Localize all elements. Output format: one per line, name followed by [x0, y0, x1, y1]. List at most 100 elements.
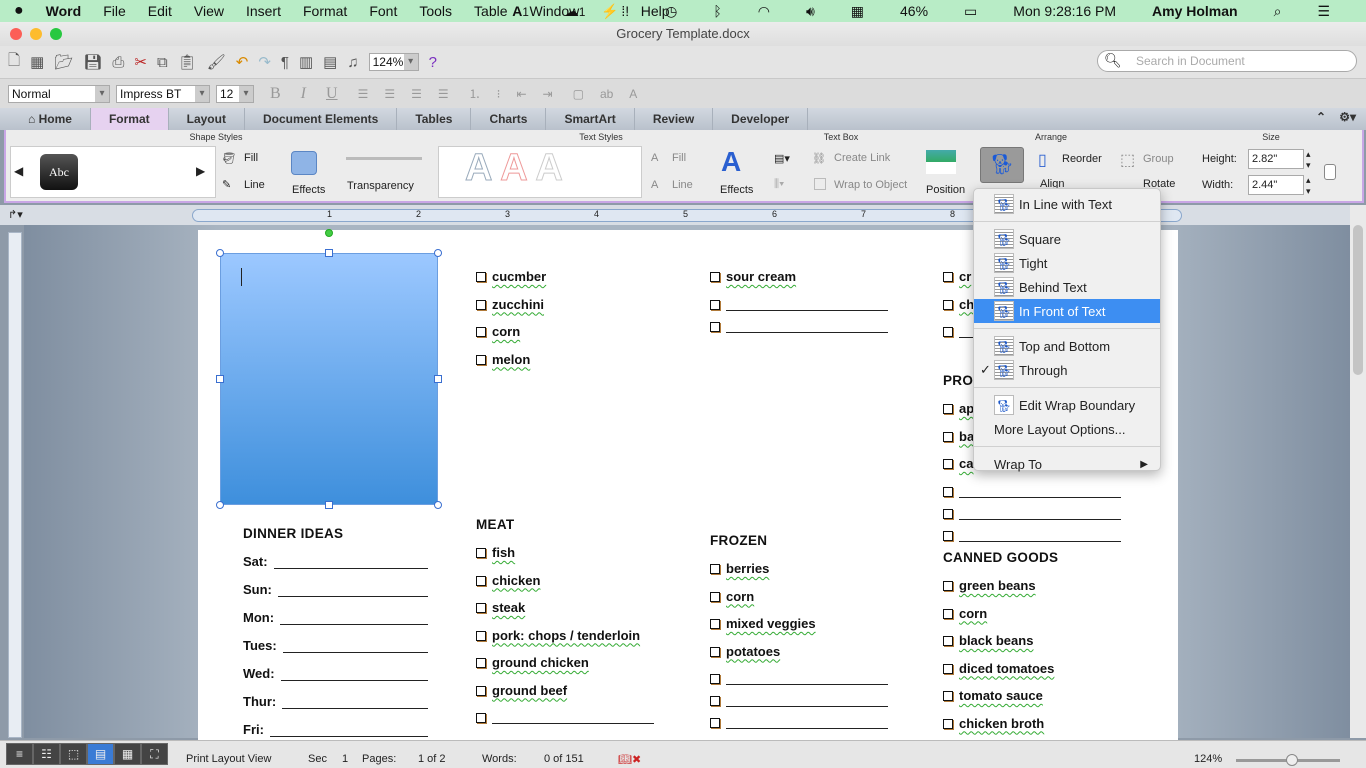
- media-browser-icon[interactable]: ♫: [347, 54, 358, 71]
- effects-icon[interactable]: [291, 151, 317, 175]
- menu-item-wrap-to[interactable]: Wrap To ▶: [974, 452, 1160, 476]
- adobe-icon[interactable]: A1: [512, 3, 529, 19]
- zoom-slider[interactable]: [1236, 754, 1340, 766]
- line-icon[interactable]: ✎: [222, 178, 231, 191]
- width-stepper[interactable]: ▴ ▾: [1306, 175, 1311, 197]
- notification-icon[interactable]: ☰: [1317, 3, 1330, 20]
- notebook-view-icon[interactable]: ▦: [114, 743, 141, 765]
- fill-icon[interactable]: 🪣︎: [222, 152, 236, 165]
- text-fill-button[interactable]: Fill: [672, 152, 686, 164]
- outline-view-icon[interactable]: ☷: [33, 743, 60, 765]
- text-direction-icon[interactable]: ▤▾: [774, 152, 790, 165]
- checkbox-icon[interactable]: [710, 646, 720, 657]
- position-icon[interactable]: [926, 150, 956, 174]
- menu-item-edit-wrap-boundary[interactable]: 🐕︎ Edit Wrap Boundary: [974, 393, 1160, 417]
- zoom-button[interactable]: [50, 28, 62, 40]
- tab-stop-selector[interactable]: ↱▾: [8, 208, 23, 221]
- spotlight-icon[interactable]: ⌕: [1274, 3, 1282, 20]
- width-input[interactable]: 2.44": [1248, 175, 1304, 195]
- apple-icon[interactable]: ●: [14, 2, 24, 20]
- increase-indent-icon[interactable]: ⇥: [543, 87, 553, 101]
- cut-icon[interactable]: ✂: [134, 53, 147, 71]
- resize-handle[interactable]: [216, 375, 224, 383]
- checkbox-icon[interactable]: [476, 685, 486, 696]
- print-layout-view-icon[interactable]: ▤: [87, 743, 114, 765]
- italic-icon[interactable]: I: [301, 85, 306, 103]
- tab-format[interactable]: Format: [90, 108, 169, 130]
- user-name[interactable]: Amy Holman: [1152, 3, 1238, 19]
- checkbox-icon[interactable]: [476, 299, 486, 310]
- checkbox-icon[interactable]: [943, 530, 953, 541]
- new-icon[interactable]: 🗋: [8, 50, 20, 75]
- wrap-text-button[interactable]: 🐕︎: [980, 147, 1024, 183]
- menu-format[interactable]: Format: [303, 3, 347, 19]
- decrease-indent-icon[interactable]: ⇤: [516, 87, 526, 101]
- checkbox-icon[interactable]: [476, 603, 486, 613]
- print-icon[interactable]: ⎙: [112, 54, 124, 71]
- checkbox-icon[interactable]: [943, 486, 953, 497]
- menu-app[interactable]: Word: [46, 3, 82, 19]
- font-select[interactable]: Impress BT: [116, 84, 210, 103]
- position-button[interactable]: Position: [926, 184, 965, 196]
- text-effects-button[interactable]: Effects: [720, 184, 753, 196]
- lock-aspect-toggle[interactable]: [1324, 164, 1336, 180]
- font-color-icon[interactable]: A: [629, 87, 637, 101]
- tab-developer[interactable]: Developer: [713, 108, 809, 130]
- justify-icon[interactable]: ☰: [438, 87, 449, 101]
- tab-home[interactable]: ⌂ Home: [0, 108, 91, 130]
- clock[interactable]: Mon 9:28:16 PM: [1013, 3, 1116, 19]
- checkbox-icon[interactable]: [476, 575, 486, 586]
- checkbox-icon[interactable]: [943, 327, 953, 337]
- wifi-icon[interactable]: ◠: [758, 3, 770, 20]
- checkbox-icon[interactable]: [943, 636, 953, 646]
- search-input[interactable]: Search in Document: [1097, 50, 1357, 72]
- menu-item-in-front-of-text[interactable]: 🐕︎ In Front of Text: [974, 299, 1160, 323]
- full-screen-icon[interactable]: ⛶: [141, 743, 168, 765]
- checkbox-icon[interactable]: [943, 431, 953, 442]
- numbered-list-icon[interactable]: ⒈: [469, 85, 481, 102]
- ribbon-settings-icon[interactable]: ⚙▾: [1339, 110, 1356, 124]
- checkbox-icon[interactable]: [943, 718, 953, 729]
- paste-icon[interactable]: 📋︎: [178, 53, 197, 71]
- resize-handle[interactable]: [325, 249, 333, 257]
- help-icon[interactable]: ?: [429, 54, 437, 71]
- save-icon[interactable]: 💾︎: [83, 53, 102, 71]
- spelling-status-icon[interactable]: 📖︎✖: [618, 753, 641, 766]
- checkbox-icon[interactable]: [710, 696, 720, 706]
- text-box-align-icon[interactable]: ⫼▾: [774, 178, 784, 191]
- menu-item-behind-text[interactable]: 🐕︎ Behind Text: [974, 275, 1160, 299]
- style-select[interactable]: Normal: [8, 84, 110, 103]
- checkbox-icon[interactable]: [943, 272, 953, 282]
- menu-insert[interactable]: Insert: [246, 3, 281, 19]
- checkbox-icon[interactable]: [943, 404, 953, 414]
- shape-fill-button[interactable]: Fill: [244, 152, 258, 164]
- bold-icon[interactable]: B: [270, 85, 281, 103]
- volume-icon[interactable]: 🔊︎: [806, 3, 815, 20]
- tab-smartart[interactable]: SmartArt: [546, 108, 635, 130]
- menu-view[interactable]: View: [194, 3, 224, 19]
- gallery-prev-icon[interactable]: ◀: [14, 164, 23, 178]
- undo-icon[interactable]: ↶: [236, 53, 249, 71]
- time-machine-icon[interactable]: ◷: [665, 3, 677, 20]
- align-center-icon[interactable]: ☰: [384, 87, 395, 101]
- menu-item-top-and-bottom[interactable]: 🐕︎ Top and Bottom: [974, 334, 1160, 358]
- creative-cloud-icon[interactable]: ☁1: [565, 3, 585, 20]
- close-button[interactable]: [10, 28, 22, 40]
- transparency-slider[interactable]: [346, 157, 422, 160]
- redo-icon[interactable]: ↷: [258, 53, 271, 71]
- format-painter-icon[interactable]: 🖌︎: [207, 53, 226, 71]
- gallery-icon[interactable]: ▦: [30, 53, 44, 71]
- tab-tables[interactable]: Tables: [397, 108, 472, 130]
- text-line-icon[interactable]: A: [651, 179, 658, 191]
- bluetooth-icon[interactable]: ᛒ: [713, 3, 721, 19]
- resize-handle[interactable]: [216, 249, 224, 257]
- checkbox-icon[interactable]: [710, 591, 720, 602]
- menu-item-in-line-with-text[interactable]: 🐕︎ In Line with Text: [974, 192, 1160, 216]
- zoom-select[interactable]: 124%: [368, 53, 419, 71]
- checkbox-icon[interactable]: [710, 718, 720, 728]
- gallery-next-icon[interactable]: ▶: [196, 164, 205, 178]
- checkbox-icon[interactable]: [710, 299, 720, 310]
- resize-handle[interactable]: [434, 501, 442, 509]
- shape-style-sample[interactable]: Abc: [40, 154, 78, 190]
- highlight-icon[interactable]: ab: [600, 87, 613, 101]
